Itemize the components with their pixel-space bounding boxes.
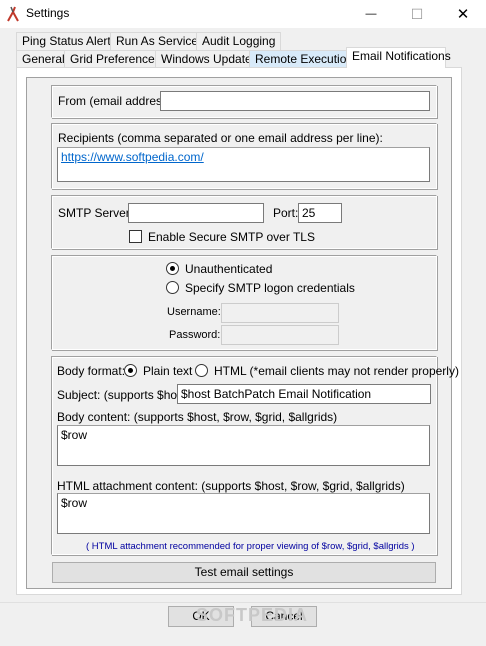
title-bar: Settings — ☐ ✕ — [0, 0, 486, 28]
smtp-server-input[interactable] — [128, 203, 264, 223]
minimize-icon: — — [365, 8, 377, 20]
from-email-input[interactable] — [160, 91, 430, 111]
port-input[interactable] — [298, 203, 342, 223]
tls-checkbox[interactable] — [129, 230, 142, 243]
attachment-label: HTML attachment content: (supports $host… — [57, 479, 405, 493]
attachment-content-value: $row — [61, 496, 88, 510]
window-title: Settings — [26, 6, 70, 20]
specify-credentials-label: Specify SMTP logon credentials — [185, 281, 355, 295]
close-button[interactable]: ✕ — [440, 0, 486, 28]
attachment-content-textarea[interactable]: $row — [57, 493, 430, 534]
tls-label: Enable Secure SMTP over TLS — [148, 230, 315, 244]
radio-selected-dot — [170, 266, 175, 271]
unauthenticated-radio[interactable] — [166, 262, 179, 275]
from-label: From (email address): — [58, 94, 176, 108]
recipients-textarea[interactable]: https://www.softpedia.com/ — [57, 147, 430, 182]
subject-label: Subject: (supports $host) — [57, 388, 191, 402]
body-content-textarea[interactable]: $row — [57, 425, 430, 466]
recipients-value: https://www.softpedia.com/ — [61, 150, 204, 164]
tab-ping-status-alerts[interactable]: Ping Status Alerts — [16, 32, 123, 51]
port-label: Port: — [273, 206, 299, 220]
password-label: Password: — [169, 329, 221, 341]
attachment-note: ( HTML attachment recommended for proper… — [86, 541, 415, 552]
password-input[interactable] — [221, 325, 339, 345]
recipients-label: Recipients (comma separated or one email… — [58, 131, 383, 145]
minimize-button[interactable]: — — [348, 0, 394, 28]
specify-credentials-radio[interactable] — [166, 281, 179, 294]
scissors-tool-icon — [7, 6, 19, 22]
smtp-server-label: SMTP Server: — [58, 206, 134, 220]
subject-input[interactable] — [177, 384, 431, 404]
unauthenticated-label: Unauthenticated — [185, 262, 273, 276]
body-content-value: $row — [61, 428, 88, 442]
maximize-icon: ☐ — [410, 5, 424, 22]
body-content-label: Body content: (supports $host, $row, $gr… — [57, 410, 338, 424]
maximize-button[interactable]: ☐ — [394, 0, 440, 28]
plain-text-radio[interactable] — [124, 364, 137, 377]
tab-email-notifications[interactable]: Email Notifications — [346, 47, 451, 68]
username-input[interactable] — [221, 303, 339, 323]
html-label: HTML (*email clients may not render prop… — [214, 364, 459, 378]
close-icon: ✕ — [456, 6, 470, 23]
radio-selected-dot — [128, 368, 133, 373]
username-label: Username: — [167, 306, 221, 318]
footer-divider — [0, 602, 486, 603]
tab-audit-logging[interactable]: Audit Logging — [196, 32, 282, 51]
test-email-settings-button[interactable]: Test email settings — [52, 562, 436, 583]
body-format-label: Body format: — [57, 364, 126, 378]
plain-text-label: Plain text — [143, 364, 193, 378]
tab-run-as-service[interactable]: Run As Service — [110, 32, 205, 51]
softpedia-watermark: SOFTPEDIA — [196, 605, 309, 625]
html-radio[interactable] — [195, 364, 208, 377]
